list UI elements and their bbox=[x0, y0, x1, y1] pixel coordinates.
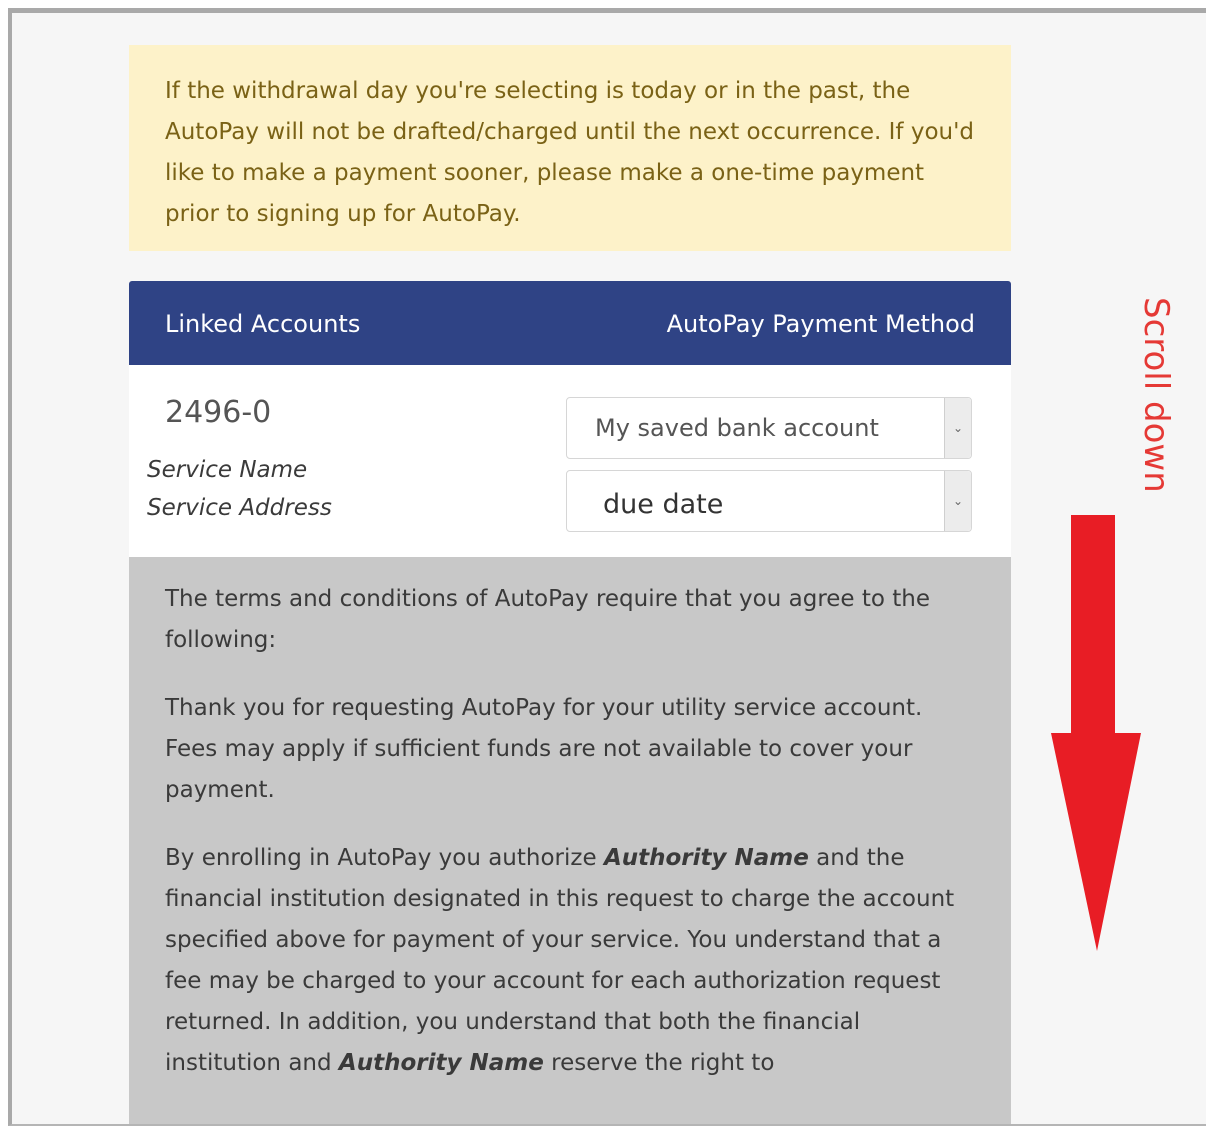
scroll-down-text: Scroll down bbox=[1136, 297, 1176, 493]
authority-name-placeholder: Authority Name bbox=[603, 845, 809, 871]
arrow-down-icon bbox=[1051, 515, 1141, 951]
scroll-down-annotation: Scroll down bbox=[1136, 297, 1176, 507]
service-address: Service Address bbox=[147, 495, 332, 521]
header-autopay-payment-method: AutoPay Payment Method bbox=[666, 310, 975, 338]
terms-thanks: Thank you for requesting AutoPay for you… bbox=[165, 695, 923, 803]
draft-day-select[interactable]: due date ⌄ bbox=[566, 470, 972, 532]
authority-name-placeholder: Authority Name bbox=[338, 1050, 544, 1076]
account-row: 2496-0 Service Name Service Address My s… bbox=[129, 365, 1011, 557]
notice-text: If the withdrawal day you're selecting i… bbox=[165, 78, 975, 227]
terms-auth-part1: By enrolling in AutoPay you authorize bbox=[165, 845, 604, 871]
payment-method-value: My saved bank account bbox=[595, 414, 879, 442]
draft-day-value: due date bbox=[603, 489, 724, 520]
accounts-table-header: Linked Accounts AutoPay Payment Method bbox=[129, 281, 1011, 365]
browser-viewport: If the withdrawal day you're selecting i… bbox=[8, 8, 1206, 1126]
chevron-down-icon[interactable]: ⌄ bbox=[944, 398, 971, 458]
autopay-warning-notice: If the withdrawal day you're selecting i… bbox=[129, 45, 1011, 251]
payment-method-select[interactable]: My saved bank account ⌄ bbox=[566, 397, 972, 459]
terms-auth-part3: reserve the right to bbox=[543, 1050, 775, 1076]
terms-auth-part2: and the financial institution designated… bbox=[165, 845, 955, 1076]
service-name: Service Name bbox=[147, 457, 308, 483]
terms-and-conditions-panel: The terms and conditions of AutoPay requ… bbox=[129, 557, 1011, 1124]
terms-authorization: By enrolling in AutoPay you authorize Au… bbox=[165, 838, 981, 1084]
chevron-down-icon[interactable]: ⌄ bbox=[944, 471, 971, 531]
terms-intro: The terms and conditions of AutoPay requ… bbox=[165, 586, 931, 653]
account-number: 2496-0 bbox=[165, 395, 272, 430]
header-linked-accounts: Linked Accounts bbox=[165, 310, 361, 338]
